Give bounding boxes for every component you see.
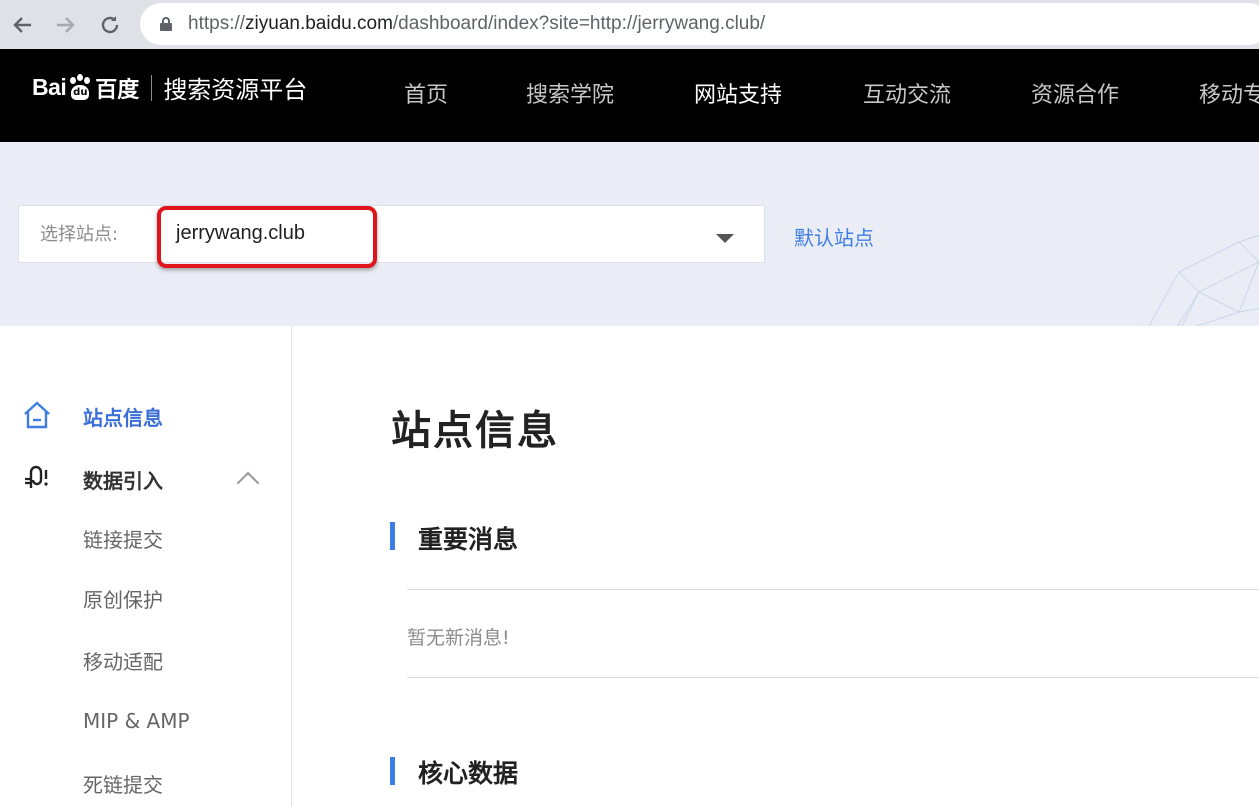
section-marker	[390, 522, 395, 550]
menu-item-site-support[interactable]: 网站支持	[694, 49, 782, 142]
network-decoration-icon	[1148, 234, 1259, 326]
logo-divider	[151, 74, 153, 101]
sidebar-item-label: 数据引入	[83, 468, 163, 493]
baidu-logo[interactable]: Bai du 百度 搜索资源平台	[32, 70, 307, 105]
sidebar-item-label: 站点信息	[83, 405, 163, 430]
sidebar-item-site-info[interactable]: 站点信息	[0, 396, 292, 436]
page-title: 站点信息	[391, 408, 559, 454]
menu-item-home[interactable]: 首页	[404, 49, 448, 142]
menu-item-cooperation[interactable]: 资源合作	[1031, 49, 1119, 142]
site-select[interactable]: 选择站点: jerrywang.club	[18, 205, 765, 263]
menu-item-academy[interactable]: 搜索学院	[526, 49, 614, 142]
chevron-up-icon[interactable]	[236, 471, 260, 495]
divider	[407, 589, 1259, 590]
sidebar-subitem-mip-amp[interactable]: MIP & AMP	[0, 701, 292, 741]
sidebar-subitem-original-protection[interactable]: 原创保护	[0, 578, 292, 618]
sidebar: 站点信息 数据引入 链接提交 原创保护 移动适配 MIP & AMP 死链提交	[0, 326, 292, 806]
sidebar-subitem-link-submit[interactable]: 链接提交	[0, 518, 292, 558]
lock-icon	[160, 17, 172, 31]
sidebar-subitem-dead-link[interactable]: 死链提交	[0, 763, 292, 803]
arrow-right-icon[interactable]	[44, 3, 88, 47]
default-site-link[interactable]: 默认站点	[794, 222, 874, 251]
section-title-important-messages: 重要消息	[418, 525, 519, 554]
menu-item-mobile[interactable]: 移动专	[1199, 49, 1259, 142]
section-marker	[390, 757, 395, 785]
caret-down-icon[interactable]	[716, 234, 734, 243]
section-title-core-data: 核心数据	[418, 759, 519, 788]
browser-toolbar: https://ziyuan.baidu.com/dashboard/index…	[0, 0, 1259, 49]
sidebar-subitem-mobile-adaptation[interactable]: 移动适配	[0, 640, 292, 680]
paw-icon: du	[67, 73, 93, 102]
address-bar[interactable]: https://ziyuan.baidu.com/dashboard/index…	[140, 3, 1259, 45]
data-import-icon	[25, 465, 48, 488]
home-icon	[24, 401, 50, 429]
platform-name: 搜索资源平台	[163, 76, 308, 104]
empty-message: 暂无新消息!	[407, 627, 510, 649]
divider	[407, 677, 1259, 678]
sidebar-item-data-import[interactable]: 数据引入	[0, 459, 292, 499]
url-text: https://ziyuan.baidu.com/dashboard/index…	[188, 13, 766, 34]
reload-icon[interactable]	[88, 3, 132, 47]
site-select-label: 选择站点:	[40, 224, 119, 245]
arrow-left-icon[interactable]	[0, 3, 44, 47]
highlight-annotation	[157, 206, 377, 268]
menu-item-community[interactable]: 互动交流	[863, 49, 951, 142]
